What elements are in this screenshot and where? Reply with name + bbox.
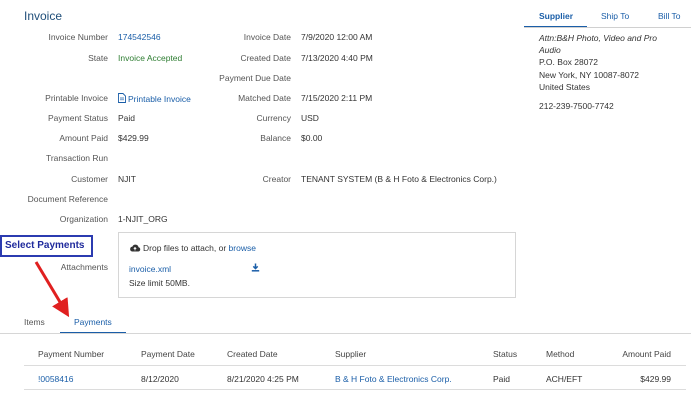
col-payment-number[interactable]: Payment Number (38, 349, 104, 359)
payment-date-cell: 8/12/2020 (141, 374, 179, 384)
supplier-phone: 212-239-7500-7742 (539, 101, 614, 111)
attachment-dropzone[interactable]: Drop files to attach, or browse invoice.… (118, 232, 516, 298)
creator-value: TENANT SYSTEM (B & H Foto & Electronics … (301, 174, 497, 184)
col-supplier[interactable]: Supplier (335, 349, 366, 359)
col-payment-date[interactable]: Payment Date (141, 349, 195, 359)
created-date-value: 7/13/2020 4:40 PM (301, 53, 373, 63)
size-limit-text: Size limit 50MB. (129, 278, 190, 288)
col-amount-paid[interactable]: Amount Paid (600, 349, 671, 359)
drop-files-text: Drop files to attach, or (143, 243, 227, 253)
customer-label: Customer (71, 174, 108, 184)
balance-value: $0.00 (301, 133, 323, 143)
customer-value: NJIT (118, 174, 136, 184)
organization-label: Organization (59, 214, 108, 224)
matched-date-label: Matched Date (238, 93, 291, 103)
table-header-divider (24, 365, 686, 366)
tabs-divider (524, 27, 691, 28)
address-tabs: Supplier Ship To Bill To (524, 0, 691, 28)
tab-supplier[interactable]: Supplier (539, 11, 573, 21)
payment-status-label: Payment Status (47, 113, 108, 123)
creator-label: Creator (262, 174, 291, 184)
tab-bill-to[interactable]: Bill To (658, 11, 681, 21)
payment-status-value: Paid (118, 113, 136, 123)
table-row-divider (24, 389, 686, 390)
document-reference-label: Document Reference (27, 194, 108, 204)
organization-value: 1-NJIT_ORG (118, 214, 168, 224)
matched-date-value: 7/15/2020 2:11 PM (301, 93, 373, 103)
tab-items[interactable]: Items (24, 317, 45, 327)
tab-ship-to[interactable]: Ship To (601, 11, 629, 21)
select-payments-callout: Select Payments (0, 235, 93, 257)
invoice-number-value[interactable]: 174542546 (118, 32, 161, 42)
supplier-attn: Attn:B&H Photo, Video and Pro (539, 33, 657, 43)
payment-due-date-label: Payment Due Date (219, 73, 291, 83)
supplier-attn-cont: Audio (539, 45, 561, 55)
currency-value: USD (301, 113, 319, 123)
detail-tabs: Items Payments (0, 312, 691, 334)
document-icon (118, 93, 126, 103)
col-status[interactable]: Status (493, 349, 517, 359)
invoice-number-label: Invoice Number (48, 32, 108, 42)
state-value: Invoice Accepted (118, 53, 183, 63)
printable-invoice-label: Printable Invoice (45, 93, 108, 103)
currency-label: Currency (256, 113, 291, 123)
tab-payments[interactable]: Payments (74, 317, 112, 327)
browse-link[interactable]: browse (229, 243, 256, 253)
invoice-date-label: Invoice Date (243, 32, 291, 42)
page-title: Invoice (24, 9, 63, 23)
col-method[interactable]: Method (546, 349, 574, 359)
state-label: State (88, 53, 108, 63)
supplier-link[interactable]: B & H Foto & Electronics Corp. (335, 374, 452, 384)
cloud-upload-icon (130, 244, 141, 252)
subtabs-divider (0, 333, 691, 334)
supplier-address-line2: New York, NY 10087-8072 (539, 70, 640, 80)
supplier-address-line3: United States (539, 82, 591, 92)
attachment-file-link[interactable]: invoice.xml (129, 264, 171, 274)
amount-paid-cell: $429.99 (640, 374, 671, 384)
drop-files-line: Drop files to attach, or browse (129, 243, 256, 253)
payment-number-link[interactable]: !0058416 (38, 374, 73, 384)
status-cell: Paid (493, 374, 511, 384)
method-cell: ACH/EFT (546, 374, 583, 384)
download-icon[interactable] (251, 263, 260, 274)
invoice-date-value: 7/9/2020 12:00 AM (301, 32, 373, 42)
transaction-run-label: Transaction Run (45, 153, 108, 163)
created-date-label: Created Date (240, 53, 291, 63)
amount-paid-label: Amount Paid (59, 133, 108, 143)
balance-label: Balance (260, 133, 291, 143)
created-date-cell: 8/21/2020 4:25 PM (227, 374, 299, 384)
supplier-address-line1: P.O. Box 28072 (539, 57, 598, 67)
col-created-date[interactable]: Created Date (227, 349, 278, 359)
amount-paid-value: $429.99 (118, 133, 149, 143)
